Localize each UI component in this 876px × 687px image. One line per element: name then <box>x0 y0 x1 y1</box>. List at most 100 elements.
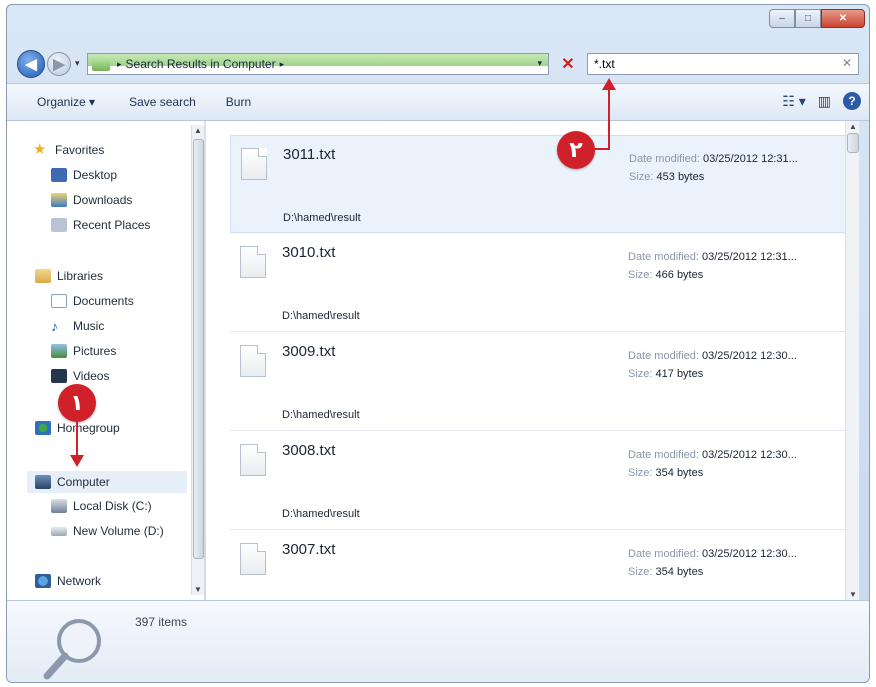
stop-search-button[interactable]: ✕ <box>555 53 581 75</box>
file-name: 3011.txt <box>283 146 336 163</box>
annotation-badge-1: ١ <box>58 384 96 422</box>
nav-local-disk[interactable]: Local Disk (C:) <box>51 499 152 513</box>
text-file-icon <box>241 148 267 180</box>
nav-homegroup-label: Homegroup <box>57 421 120 435</box>
nav-libraries[interactable]: Libraries <box>35 269 103 283</box>
size-label: Size: <box>628 269 653 281</box>
libraries-icon <box>35 269 51 283</box>
forward-button[interactable]: ▶ <box>47 52 71 76</box>
nav-desktop-label: Desktop <box>73 168 118 182</box>
recent-places-icon <box>51 218 67 232</box>
date-value: 03/25/2012 12:30... <box>702 548 797 560</box>
nav-new-volume-label: New Volume (D:) <box>73 524 164 538</box>
scroll-down-icon[interactable]: ▼ <box>849 590 857 599</box>
size-label: Size: <box>628 566 653 578</box>
help-icon[interactable]: ? <box>843 92 861 110</box>
result-row[interactable]: 3010.txt D:\hamed\result Date modified: … <box>230 234 856 332</box>
drive-icon <box>51 526 67 536</box>
file-path: D:\hamed\result <box>282 508 360 520</box>
file-meta: Date modified: 03/25/2012 12:30... Size:… <box>628 347 797 383</box>
file-name: 3010.txt <box>282 244 336 261</box>
nav-scroll-thumb[interactable] <box>193 139 204 559</box>
file-meta: Date modified: 03/25/2012 12:31... Size:… <box>629 150 798 186</box>
file-name: 3008.txt <box>282 442 336 459</box>
preview-pane-icon[interactable]: ▥ <box>818 93 831 110</box>
scroll-up-icon[interactable]: ▲ <box>849 122 857 131</box>
nav-favorites-label: Favorites <box>55 143 105 157</box>
file-meta: Date modified: 03/25/2012 12:31... Size:… <box>628 248 797 284</box>
result-row[interactable]: 3011.txt D:\hamed\result Date modified: … <box>230 135 856 233</box>
nav-videos[interactable]: Videos <box>51 369 109 383</box>
nav-computer[interactable]: Computer <box>27 471 187 493</box>
address-dropdown-icon[interactable]: ▾ <box>537 58 542 69</box>
date-value: 03/25/2012 12:30... <box>702 350 797 362</box>
nav-scrollbar[interactable]: ▲ ▼ <box>191 125 204 595</box>
search-input[interactable]: *.txt ✕ <box>587 53 859 75</box>
nav-documents[interactable]: Documents <box>51 294 134 308</box>
network-icon <box>35 574 51 588</box>
size-value: 453 bytes <box>656 171 705 183</box>
scroll-up-icon[interactable]: ▲ <box>194 126 202 135</box>
address-bar[interactable]: ▸ Search Results in Computer ▸ ▾ <box>87 53 549 75</box>
save-search-button[interactable]: Save search <box>119 95 206 109</box>
annotation-badge-2: ٢ <box>557 131 595 169</box>
nav-pictures-label: Pictures <box>73 344 117 358</box>
nav-documents-label: Documents <box>73 294 134 308</box>
documents-icon <box>51 294 67 308</box>
result-row[interactable]: 3009.txt D:\hamed\result Date modified: … <box>230 333 856 431</box>
nav-music[interactable]: ♪ Music <box>51 319 104 333</box>
nav-downloads[interactable]: Downloads <box>51 193 132 207</box>
nav-pictures[interactable]: Pictures <box>51 344 116 358</box>
star-icon: ★ <box>33 141 47 158</box>
nav-network[interactable]: Network <box>35 574 101 588</box>
nav-recent-places-label: Recent Places <box>73 218 151 232</box>
maximize-button[interactable]: □ <box>795 9 821 28</box>
recent-pages-dropdown-icon[interactable]: ▾ <box>75 58 80 69</box>
file-path: D:\hamed\result <box>282 409 360 421</box>
close-button[interactable]: ✕ <box>821 9 865 28</box>
explorer-window: – □ ✕ ◀ ▶ ▾ ▸ Search Results in Computer… <box>6 4 870 683</box>
file-name: 3009.txt <box>282 343 336 360</box>
annotation-arrowhead-1 <box>70 455 84 467</box>
nav-new-volume[interactable]: New Volume (D:) <box>51 524 164 538</box>
search-query-text: *.txt <box>594 57 615 71</box>
back-button[interactable]: ◀ <box>17 50 45 78</box>
nav-desktop[interactable]: Desktop <box>51 168 117 182</box>
result-row[interactable]: 3008.txt D:\hamed\result Date modified: … <box>230 432 856 530</box>
details-pane: 397 items <box>7 600 869 682</box>
date-label: Date modified: <box>628 251 699 263</box>
results-scroll-thumb[interactable] <box>847 133 859 153</box>
desktop-icon <box>51 168 67 182</box>
date-label: Date modified: <box>628 449 699 461</box>
search-results-list: 3011.txt D:\hamed\result Date modified: … <box>206 121 859 600</box>
scroll-down-icon[interactable]: ▼ <box>194 585 202 594</box>
toolbar-right-group: ☷ ▾ ▥ ? <box>782 92 861 110</box>
music-note-icon: ♪ <box>51 318 58 334</box>
minimize-button[interactable]: – <box>769 9 795 28</box>
breadcrumb-search-results[interactable]: Search Results in Computer <box>126 57 276 71</box>
size-label: Size: <box>628 467 653 479</box>
nav-recent-places[interactable]: Recent Places <box>51 218 150 232</box>
annotation-arrow-2-vertical <box>608 88 610 150</box>
date-value: 03/25/2012 12:30... <box>702 449 797 461</box>
clear-search-icon[interactable]: ✕ <box>842 56 852 70</box>
size-value: 417 bytes <box>655 368 704 380</box>
nav-favorites[interactable]: ★ Favorites <box>33 141 105 158</box>
breadcrumb-separator-icon[interactable]: ▸ <box>280 59 285 70</box>
burn-button[interactable]: Burn <box>216 95 261 109</box>
homegroup-icon <box>35 421 51 435</box>
annotation-arrow-1 <box>76 421 78 459</box>
breadcrumb-separator-icon[interactable]: ▸ <box>117 59 122 70</box>
address-row: ◀ ▶ ▾ ▸ Search Results in Computer ▸ ▾ ✕… <box>7 45 869 83</box>
nav-downloads-label: Downloads <box>73 193 133 207</box>
annotation-arrowhead-2 <box>602 78 616 90</box>
file-name: 3007.txt <box>282 541 336 558</box>
result-row[interactable]: 3007.txt Date modified: 03/25/2012 12:30… <box>230 531 856 600</box>
results-scrollbar[interactable]: ▲ ▼ <box>845 121 859 600</box>
organize-button[interactable]: Organize ▾ <box>27 95 105 109</box>
date-label: Date modified: <box>628 548 699 560</box>
change-view-icon[interactable]: ☷ ▾ <box>782 93 805 110</box>
local-disk-icon <box>51 499 67 513</box>
nav-computer-label: Computer <box>57 475 110 489</box>
nav-libraries-label: Libraries <box>57 269 104 283</box>
